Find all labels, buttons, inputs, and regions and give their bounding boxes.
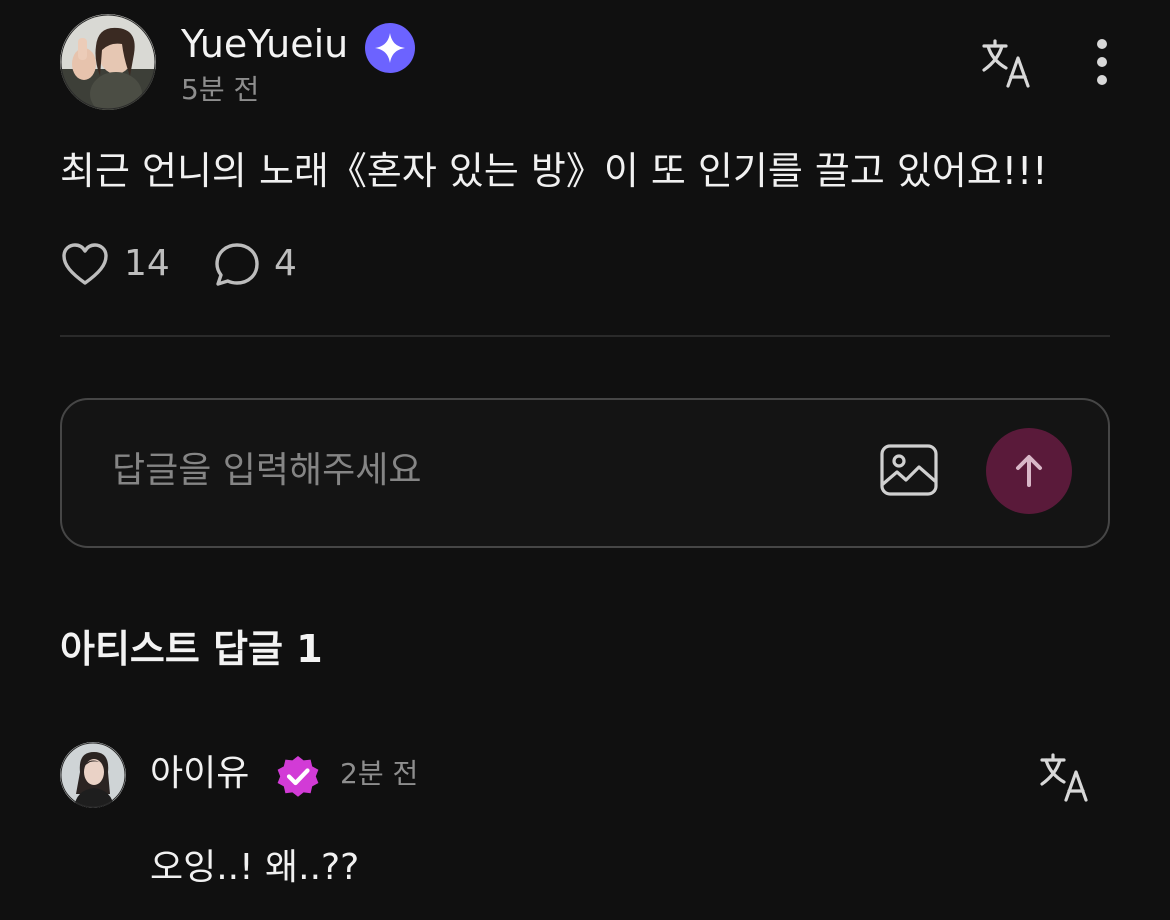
verified-badge-icon (274, 752, 322, 800)
translate-icon[interactable] (980, 38, 1034, 92)
artist-avatar-image (60, 742, 126, 808)
arrow-up-icon (1016, 455, 1042, 487)
divider (60, 335, 1110, 337)
post-time: 5분 전 (181, 73, 260, 106)
author-avatar[interactable] (60, 14, 156, 110)
sparkle-badge-icon (364, 22, 416, 74)
more-vertical-icon[interactable] (1082, 36, 1122, 92)
avatar-image (60, 14, 156, 110)
comment-count: 4 (274, 243, 297, 284)
translate-icon[interactable] (1038, 752, 1092, 806)
post-text: 최근 언니의 노래《혼자 있는 방》이 또 인기를 끌고 있어요!!! (60, 149, 1048, 193)
comment-bubble-icon[interactable] (212, 240, 262, 290)
comment-author[interactable]: 아이유 (150, 750, 249, 798)
comment-text: 오잉..! 왜..?? (150, 847, 360, 888)
send-button[interactable] (986, 428, 1072, 514)
heart-icon[interactable] (60, 240, 110, 290)
image-icon[interactable] (878, 442, 940, 498)
reply-input[interactable] (112, 444, 832, 496)
artist-avatar[interactable] (60, 742, 126, 808)
artist-replies-title: 아티스트 답글 1 (60, 627, 323, 671)
comment-time: 2분 전 (340, 757, 419, 790)
like-count: 14 (124, 243, 170, 284)
author-name[interactable]: YueYueiu (181, 20, 348, 68)
